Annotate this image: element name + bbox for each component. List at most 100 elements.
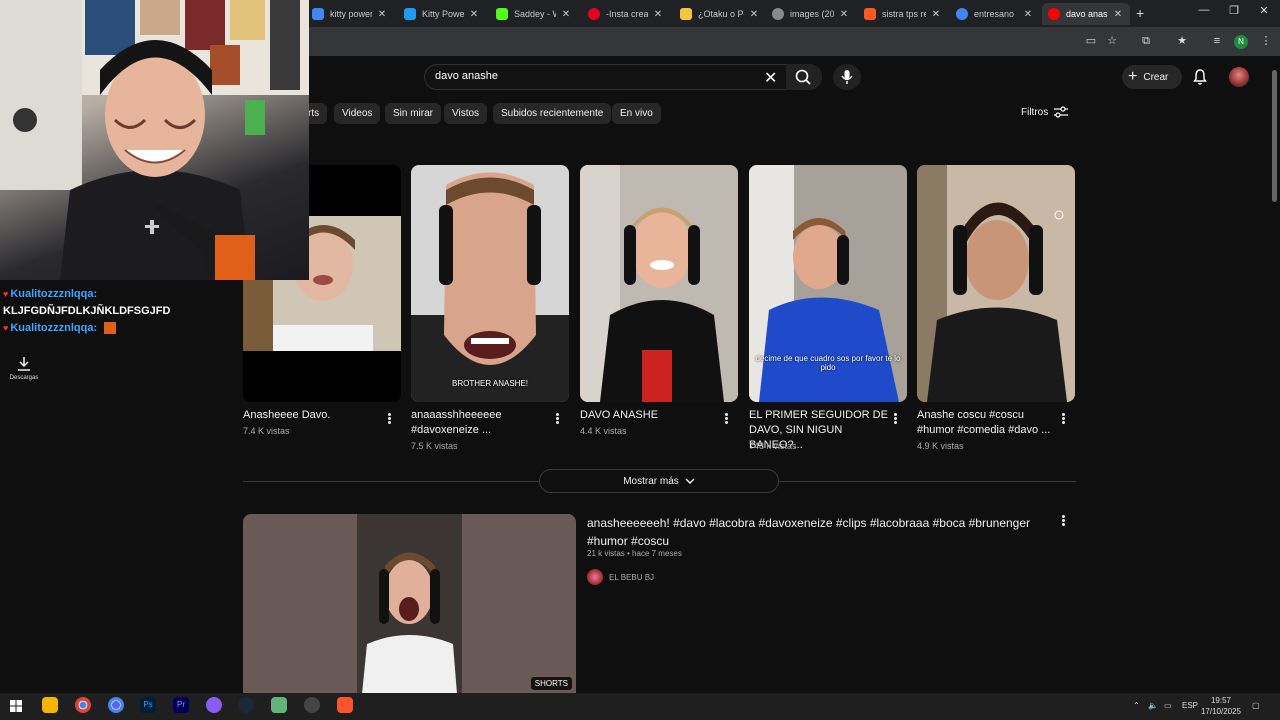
show-more-button[interactable]: Mostrar más xyxy=(539,469,779,493)
new-tab-button[interactable]: + xyxy=(1136,5,1144,21)
channel-name[interactable]: EL BEBU BJ xyxy=(609,573,654,582)
video-title[interactable]: anasheeeeeeh! #davo #lacobra #davoxeneiz… xyxy=(587,514,1047,550)
tab-label: davo anashe xyxy=(1066,9,1108,19)
page-scrollbar[interactable] xyxy=(1270,60,1280,688)
tray-chevron-icon[interactable]: ⌃ xyxy=(1133,701,1140,710)
restore-button[interactable]: ❐ xyxy=(1226,4,1242,17)
scrollbar-thumb[interactable] xyxy=(1272,70,1277,202)
app-icon[interactable] xyxy=(206,697,222,713)
account-avatar[interactable] xyxy=(1229,67,1249,87)
install-app-icon[interactable]: ▭ xyxy=(1084,34,1098,48)
downloads-button[interactable]: Descargas xyxy=(8,356,40,381)
file-explorer-icon[interactable] xyxy=(42,697,58,713)
short-title[interactable]: anaaasshheeeeee #davoxeneize ... xyxy=(411,408,551,438)
brave-icon[interactable] xyxy=(337,697,353,713)
close-icon[interactable]: ✕ xyxy=(1112,9,1124,20)
chat-message: ♥ Kualitozzznlqqa: xyxy=(3,322,117,335)
kick-icon xyxy=(496,8,508,20)
channel-link[interactable]: EL BEBU BJ xyxy=(587,569,654,585)
notifications-icon[interactable]: ▢ xyxy=(1252,701,1260,710)
premiere-icon[interactable]: Pr xyxy=(173,697,189,713)
bookmarks-icon[interactable]: ★ xyxy=(1175,34,1189,48)
network-icon[interactable]: ▭ xyxy=(1164,701,1172,710)
browser-tab[interactable]: entresano ✕ xyxy=(950,3,1040,25)
close-icon[interactable]: ✕ xyxy=(930,9,942,20)
short-card[interactable]: Anashe coscu #coscu #humor #comedia #dav… xyxy=(917,165,1075,451)
more-options-icon[interactable] xyxy=(1060,514,1066,526)
more-options-icon[interactable] xyxy=(892,412,898,424)
minimize-button[interactable]: — xyxy=(1196,4,1212,16)
filters-button[interactable]: Filtros xyxy=(1021,106,1069,118)
short-thumbnail[interactable] xyxy=(917,165,1075,402)
short-card[interactable]: BROTHER ANASHE! anaaasshheeeeee #davoxen… xyxy=(411,165,569,451)
close-icon[interactable]: ✕ xyxy=(838,9,850,20)
browser-tab[interactable]: -Insta create ✕ xyxy=(582,3,670,25)
chat-message: ♥ Kualitozzznlqqa: xyxy=(3,288,97,300)
heart-icon: ♥ xyxy=(3,323,9,333)
photoshop-icon[interactable]: Ps xyxy=(140,697,156,713)
filter-chip-watched[interactable]: Vistos xyxy=(444,103,488,124)
search-button[interactable] xyxy=(786,64,822,90)
browser-tab[interactable]: Kitty Powers ✕ xyxy=(398,3,486,25)
browser-tab[interactable]: sistra tps re ✕ xyxy=(858,3,948,25)
search-input[interactable] xyxy=(435,70,755,82)
close-icon[interactable]: ✕ xyxy=(376,9,388,20)
notifications-bell-icon[interactable] xyxy=(1192,68,1208,86)
clock[interactable]: 19:57 17/10/2025 xyxy=(1196,695,1246,717)
short-thumbnail[interactable]: BROTHER ANASHE! xyxy=(411,165,569,402)
microphone-icon xyxy=(841,70,853,84)
more-options-icon[interactable] xyxy=(386,412,392,424)
video-thumbnail[interactable]: SHORTS xyxy=(243,514,576,694)
divider xyxy=(243,481,539,482)
menu-kebab-icon[interactable]: ⋮ xyxy=(1259,34,1273,48)
create-button[interactable]: + Crear xyxy=(1122,65,1182,89)
filters-label: Filtros xyxy=(1021,106,1049,118)
short-thumbnail[interactable]: decime de que cuadro sos por favor te lo… xyxy=(749,165,907,402)
short-card[interactable]: decime de que cuadro sos por favor te lo… xyxy=(749,165,907,451)
search-box[interactable]: ✕ xyxy=(424,64,822,90)
tab-label: Saddey - Wi xyxy=(514,9,556,19)
filter-chip-live[interactable]: En vivo xyxy=(612,103,661,124)
filter-chip-videos[interactable]: Videos xyxy=(334,103,381,124)
channel-avatar[interactable] xyxy=(587,569,603,585)
media-control-icon[interactable]: ≡ xyxy=(1210,34,1224,48)
close-icon[interactable]: ✕ xyxy=(1022,9,1034,20)
profile-avatar[interactable]: N xyxy=(1234,35,1248,49)
short-title[interactable]: Anashe coscu #coscu #humor #comedia #dav… xyxy=(917,408,1057,438)
browser-tab[interactable]: Saddey - Wi ✕ xyxy=(490,3,578,25)
close-icon[interactable]: ✕ xyxy=(748,9,760,20)
short-title[interactable]: DAVO ANASHE xyxy=(580,408,720,423)
clock-time: 19:57 xyxy=(1210,696,1232,705)
chat-username: Kualitozzznlqqa: xyxy=(10,288,98,300)
filter-chip-recent[interactable]: Subidos recientemente xyxy=(493,103,612,124)
windows-start-icon[interactable] xyxy=(10,700,22,712)
close-icon[interactable]: ✕ xyxy=(560,9,572,20)
short-thumbnail[interactable] xyxy=(580,165,738,402)
close-icon[interactable]: ✕ xyxy=(468,9,480,20)
close-icon[interactable]: ✕ xyxy=(652,9,664,20)
short-card[interactable]: DAVO ANASHE 4.4 K vistas xyxy=(580,165,738,436)
browser-tab[interactable]: kitty powers ✕ xyxy=(306,3,394,25)
app-icon[interactable] xyxy=(304,697,320,713)
minecraft-icon[interactable] xyxy=(271,697,287,713)
filter-chip-unwatched[interactable]: Sin mirar xyxy=(385,103,442,124)
tab-label: images (20) xyxy=(790,9,834,19)
extensions-icon[interactable]: ⧉ xyxy=(1139,34,1153,48)
chrome-profile-icon[interactable] xyxy=(108,697,124,713)
more-options-icon[interactable] xyxy=(554,412,560,424)
volume-icon[interactable]: 🔈 xyxy=(1148,701,1158,710)
bookmark-star-icon[interactable]: ☆ xyxy=(1105,34,1119,48)
more-options-icon[interactable] xyxy=(1060,412,1066,424)
chat-emote xyxy=(104,322,117,335)
clear-search-icon[interactable]: ✕ xyxy=(764,68,777,88)
window-close-button[interactable]: ✕ xyxy=(1256,4,1272,17)
steam-icon[interactable] xyxy=(238,697,254,713)
voice-search-button[interactable] xyxy=(833,64,861,90)
chrome-icon[interactable] xyxy=(75,697,91,713)
tab-label: kitty powers xyxy=(330,9,372,19)
browser-tab[interactable]: images (20) ✕ xyxy=(766,3,856,25)
browser-tab[interactable]: ¿Otaku o Pe ✕ xyxy=(674,3,766,25)
browser-tab-active[interactable]: davo anashe ✕ xyxy=(1042,3,1130,25)
more-options-icon[interactable] xyxy=(723,412,729,424)
short-title[interactable]: Anasheeee Davo. xyxy=(243,408,383,423)
